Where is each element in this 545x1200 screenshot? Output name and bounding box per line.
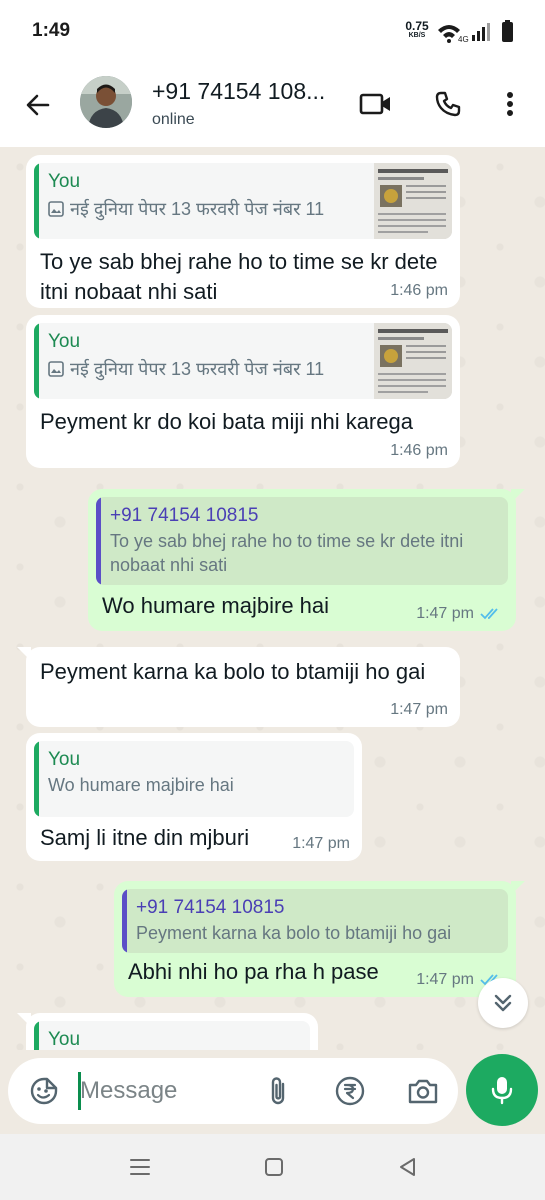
quote-accent-bar bbox=[122, 889, 127, 953]
payment-button[interactable] bbox=[330, 1071, 370, 1111]
quoted-message[interactable]: +91 74154 10815 Peyment karna ka bolo to… bbox=[122, 889, 508, 953]
nav-recents-button[interactable] bbox=[125, 1152, 155, 1182]
message-bubble-incoming[interactable]: Peyment karna ka bolo to btamiji ho gai … bbox=[17, 647, 460, 727]
status-time: 1:49 bbox=[32, 20, 71, 41]
message-bubble-incoming[interactable]: You नई दुनिया पेपर 13 फरवरी पेज नंबर 11 bbox=[26, 315, 460, 468]
camera-button[interactable] bbox=[403, 1071, 443, 1111]
avatar[interactable] bbox=[80, 76, 132, 128]
signal-wifi-battery-icon: 4G bbox=[438, 20, 513, 44]
bubble-tail bbox=[17, 647, 31, 661]
more-vert-icon bbox=[507, 92, 513, 116]
quote-thumbnail bbox=[374, 163, 452, 239]
message-meta: 1:47 pm bbox=[390, 701, 448, 719]
quote-accent-bar bbox=[34, 163, 39, 239]
triangle-back-icon bbox=[400, 1158, 415, 1176]
message-bubble-incoming[interactable]: You Wo humare majbire hai Samj li itne d… bbox=[26, 733, 362, 861]
message-text: Peyment karna ka bolo to btamiji ho gai bbox=[40, 659, 426, 684]
image-icon bbox=[48, 361, 64, 377]
voice-message-button[interactable] bbox=[466, 1054, 538, 1126]
arrow-left-icon bbox=[26, 94, 50, 116]
rupee-icon bbox=[335, 1076, 365, 1106]
quote-accent-bar bbox=[34, 1021, 39, 1050]
bubble-tail bbox=[511, 489, 525, 503]
bubble-tail bbox=[511, 881, 525, 895]
quote-accent-bar bbox=[34, 741, 39, 817]
message-bubble-incoming[interactable]: You bbox=[17, 1013, 318, 1050]
quote-accent-bar bbox=[34, 323, 39, 399]
quote-accent-bar bbox=[96, 497, 101, 585]
message-time: 1:46 pm bbox=[390, 442, 448, 459]
quoted-message[interactable]: +91 74154 10815 To ye sab bhej rahe ho t… bbox=[96, 497, 508, 585]
message-list[interactable]: You नई दुनिया पेपर 13 फरवरी पेज नंबर 11 bbox=[0, 147, 545, 1050]
quote-author: You bbox=[48, 749, 81, 770]
quote-text: Wo humare majbire hai bbox=[48, 775, 234, 795]
quoted-message[interactable]: You Wo humare majbire hai bbox=[34, 741, 354, 817]
network-type-label: 4G bbox=[458, 35, 469, 44]
system-nav-bar bbox=[0, 1134, 545, 1200]
quote-author: +91 74154 10815 bbox=[136, 897, 285, 918]
more-options-button[interactable] bbox=[490, 84, 530, 124]
back-button[interactable] bbox=[18, 85, 58, 125]
bubble-tail bbox=[17, 1013, 31, 1027]
message-input[interactable]: Message bbox=[80, 1077, 177, 1105]
menu-lines-icon bbox=[130, 1159, 150, 1175]
contact-name[interactable]: +91 74154 108... bbox=[152, 78, 342, 105]
camera-icon bbox=[408, 1079, 438, 1104]
message-time: 1:46 pm bbox=[390, 282, 448, 299]
double-chevron-down-icon bbox=[494, 994, 512, 1012]
newspaper-thumbnail bbox=[374, 323, 452, 399]
phone-icon bbox=[435, 91, 461, 117]
nav-back-button[interactable] bbox=[393, 1152, 423, 1182]
message-bubble-outgoing[interactable]: +91 74154 10815 To ye sab bhej rahe ho t… bbox=[88, 489, 525, 631]
message-time: 1:47 pm bbox=[292, 835, 350, 852]
quote-thumbnail bbox=[374, 323, 452, 399]
quote-author: +91 74154 10815 bbox=[110, 505, 259, 526]
message-bubble-incoming[interactable]: You नई दुनिया पेपर 13 फरवरी पेज नंबर 11 bbox=[26, 155, 460, 308]
nav-home-button[interactable] bbox=[259, 1152, 289, 1182]
network-speed: 0.75 KB/S bbox=[402, 20, 432, 39]
message-meta: 1:46 pm bbox=[390, 282, 448, 300]
video-call-icon bbox=[359, 93, 390, 115]
sticker-button[interactable] bbox=[24, 1071, 64, 1111]
quote-author: You bbox=[48, 1029, 81, 1050]
message-composer[interactable]: Message bbox=[8, 1058, 458, 1124]
message-meta: 1:46 pm bbox=[390, 442, 448, 460]
square-icon bbox=[265, 1158, 283, 1176]
voice-call-button[interactable] bbox=[428, 84, 468, 124]
contact-status: online bbox=[152, 111, 195, 128]
avatar-photo bbox=[80, 76, 132, 128]
double-check-read-icon bbox=[480, 608, 498, 620]
network-speed-value: 0.75 bbox=[405, 19, 429, 33]
video-call-button[interactable] bbox=[356, 84, 396, 124]
message-meta: 1:47 pm bbox=[416, 605, 504, 623]
sticker-icon bbox=[30, 1077, 58, 1105]
scroll-to-bottom-button[interactable] bbox=[478, 978, 528, 1028]
quote-text: नई दुनिया पेपर 13 फरवरी पेज नंबर 11 bbox=[70, 359, 325, 379]
paperclip-icon bbox=[271, 1077, 285, 1105]
message-time: 1:47 pm bbox=[416, 605, 474, 622]
status-icons: 4G bbox=[436, 20, 520, 49]
quote-text: नई दुनिया पेपर 13 फरवरी पेज नंबर 11 bbox=[70, 199, 325, 219]
quoted-message[interactable]: You नई दुनिया पेपर 13 फरवरी पेज नंबर 11 bbox=[34, 323, 452, 399]
quote-text: Peyment karna ka bolo to btamiji ho gai bbox=[136, 923, 452, 943]
message-time: 1:47 pm bbox=[390, 701, 448, 718]
message-meta: 1:47 pm bbox=[292, 835, 350, 853]
newspaper-thumbnail bbox=[374, 163, 452, 239]
network-speed-unit: KB/S bbox=[408, 32, 426, 39]
chat-header: +91 74154 108... online bbox=[0, 62, 545, 147]
message-text: Peyment kr do koi bata miji nhi karega bbox=[40, 409, 413, 434]
mic-icon bbox=[491, 1077, 513, 1105]
image-icon bbox=[48, 201, 64, 217]
quote-text: To ye sab bhej rahe ho to time se kr det… bbox=[110, 531, 464, 575]
message-bubble-outgoing[interactable]: +91 74154 10815 Peyment karna ka bolo to… bbox=[114, 881, 525, 997]
quoted-message[interactable]: You bbox=[34, 1021, 310, 1050]
message-time: 1:47 pm bbox=[416, 971, 474, 988]
status-bar: 1:49 0.75 KB/S 4G bbox=[0, 0, 545, 62]
attach-button[interactable] bbox=[258, 1071, 298, 1111]
quoted-message[interactable]: You नई दुनिया पेपर 13 फरवरी पेज नंबर 11 bbox=[34, 163, 452, 239]
